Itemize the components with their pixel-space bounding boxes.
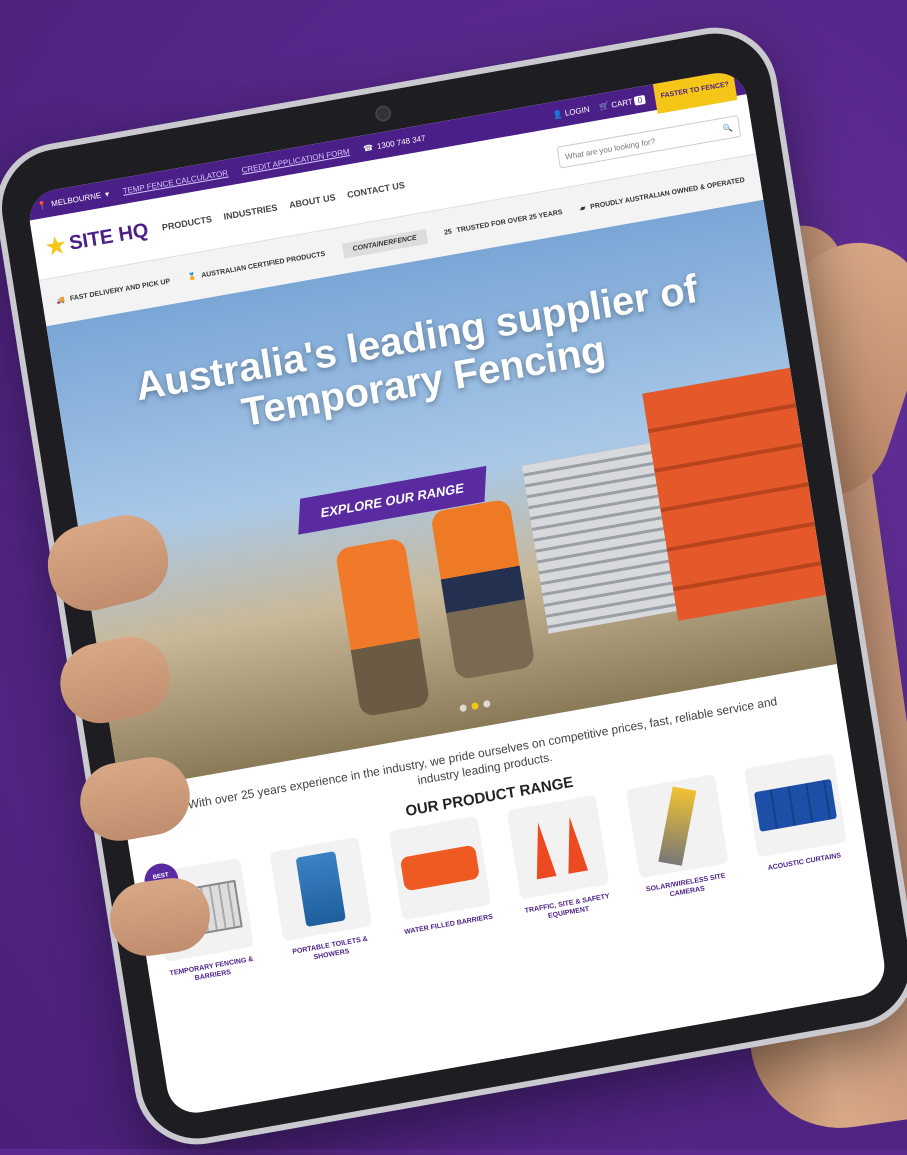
- product-card-toilets[interactable]: PORTABLE TOILETS & SHOWERS: [266, 836, 381, 968]
- camera-product-icon: [657, 786, 696, 866]
- carousel-dot-active[interactable]: [471, 701, 480, 711]
- phone-number: 1300 748 347: [376, 133, 426, 151]
- login-link[interactable]: 👤 LOGIN: [552, 104, 590, 119]
- partner-logo: CONTAINERFENCE: [341, 228, 428, 259]
- curtain-icon: [753, 778, 837, 832]
- cart-label: CART: [610, 96, 634, 110]
- trust-owned-label: PROUDLY AUSTRALIAN OWNED & OPERATED: [589, 176, 746, 211]
- carousel-dot[interactable]: [459, 704, 468, 713]
- product-image: [506, 794, 610, 900]
- user-icon: 👤: [552, 108, 564, 120]
- truck-icon: 🚚: [56, 296, 66, 306]
- logo-text: SITE HQ: [67, 218, 150, 255]
- search-icon[interactable]: 🔍: [722, 123, 733, 134]
- trust-certified-label: AUSTRALIAN CERTIFIED PRODUCTS: [200, 250, 326, 280]
- product-card-curtains[interactable]: ACOUSTIC CURTAINS: [740, 752, 855, 884]
- pin-icon: 📍: [36, 199, 48, 211]
- phone-icon: ☎: [362, 142, 374, 153]
- barrier-icon: [399, 844, 480, 892]
- location-label: MELBOURNE: [50, 190, 102, 209]
- worker-image: [430, 498, 536, 681]
- trust-certified: 🏅 AUSTRALIAN CERTIFIED PRODUCTS: [187, 250, 325, 282]
- camera-icon: [374, 104, 393, 123]
- carousel-dots: [459, 699, 491, 713]
- carousel-dot[interactable]: [482, 699, 491, 708]
- product-image: [625, 773, 729, 879]
- cart-link[interactable]: 🛒 CART 0: [599, 94, 646, 111]
- nav-contact[interactable]: CONTACT US: [346, 180, 405, 200]
- product-card-cameras[interactable]: SOLAR/WIRELESS SITE CAMERAS: [622, 773, 737, 905]
- product-image: [269, 836, 373, 942]
- years-number: 25: [443, 227, 453, 237]
- australia-map-icon: ▰: [579, 204, 587, 213]
- fence-panels-image: [521, 443, 677, 634]
- cart-count: 0: [634, 94, 646, 106]
- search-placeholder: What are you looking for?: [564, 136, 656, 162]
- site-logo[interactable]: ★ SITE HQ: [44, 217, 150, 261]
- tablet-screen: 📍 MELBOURNE ▾ TEMP FENCE CALCULATOR CRED…: [25, 68, 889, 1118]
- product-card-water-barriers[interactable]: WATER FILLED BARRIERS: [384, 815, 499, 947]
- product-image: [744, 753, 847, 858]
- phone-link[interactable]: ☎ 1300 748 347: [363, 133, 426, 153]
- nav-about[interactable]: ABOUT US: [288, 192, 336, 210]
- product-card-traffic[interactable]: TRAFFIC, SITE & SAFETY EQUIPMENT: [503, 794, 618, 926]
- cone-icon: [528, 814, 589, 880]
- nav-products[interactable]: PRODUCTS: [161, 214, 212, 233]
- product-name: ACOUSTIC CURTAINS: [767, 852, 842, 873]
- cart-icon: 🛒: [598, 100, 610, 112]
- toilet-icon: [295, 850, 347, 928]
- chevron-down-icon: ▾: [104, 188, 110, 199]
- nav-industries[interactable]: INDUSTRIES: [223, 202, 278, 221]
- award-icon: 🏅: [187, 273, 198, 282]
- star-icon: ★: [44, 231, 68, 260]
- location-selector[interactable]: 📍 MELBOURNE ▾: [37, 189, 110, 211]
- trust-years: 25 TRUSTED FOR OVER 25 YEARS: [444, 208, 563, 236]
- trust-delivery: 🚚 FAST DELIVERY AND PICK UP: [56, 277, 171, 305]
- years-label: TRUSTED FOR OVER 25 YEARS: [456, 208, 563, 234]
- product-image: [388, 815, 492, 921]
- trust-delivery-label: FAST DELIVERY AND PICK UP: [69, 277, 171, 303]
- worker-image: [334, 537, 431, 718]
- login-label: LOGIN: [564, 104, 591, 118]
